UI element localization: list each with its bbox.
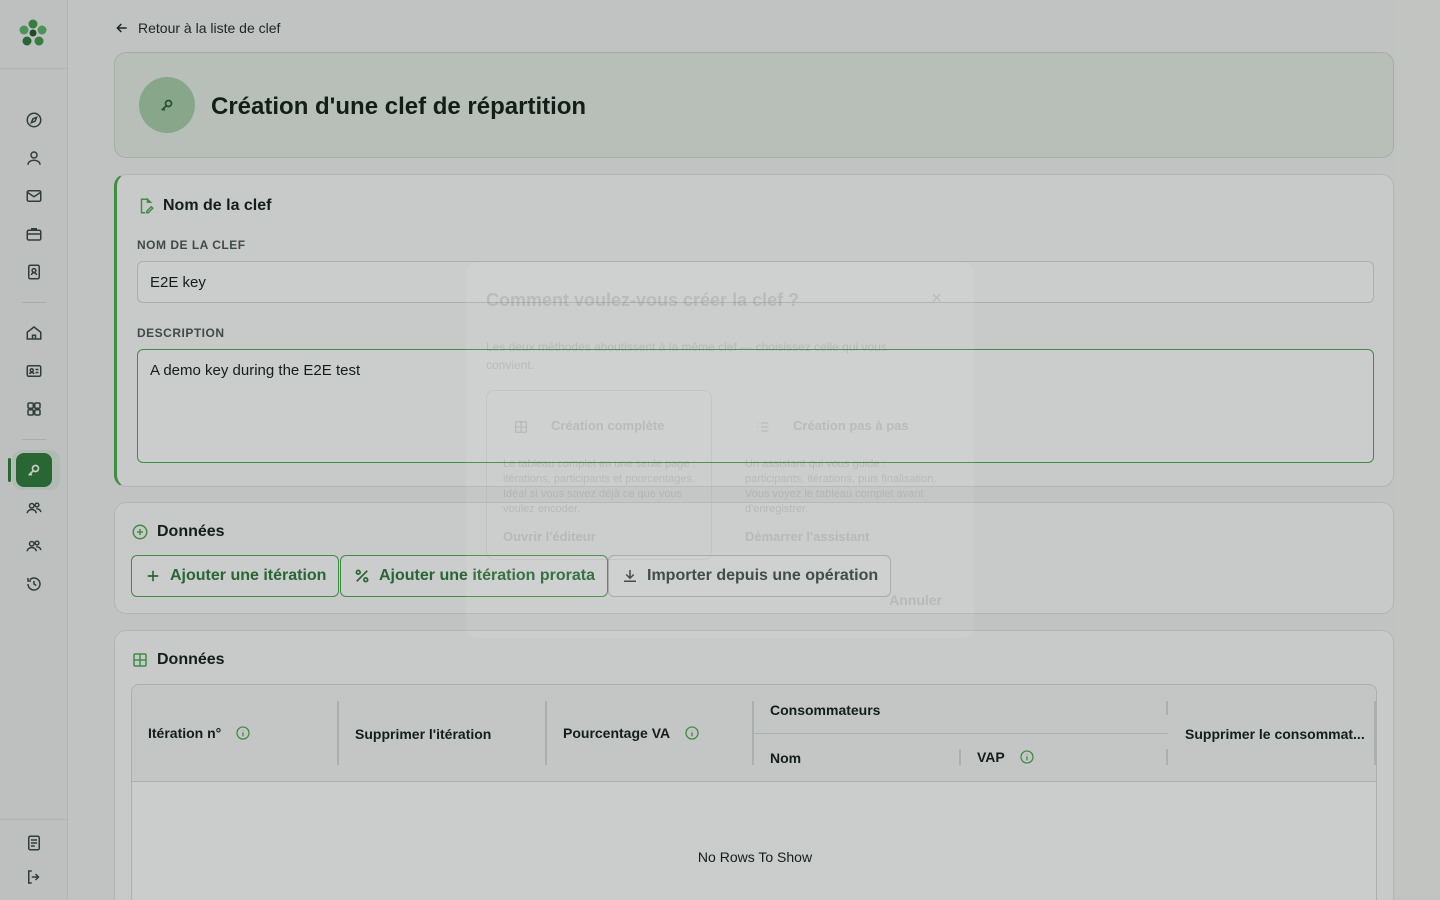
modal-close-button[interactable]: × [931, 288, 942, 309]
list-icon [757, 422, 769, 432]
start-wizard-link[interactable]: Démarrer l'assistant [745, 529, 870, 544]
open-editor-link[interactable]: Ouvrir l'éditeur [503, 529, 596, 544]
option-title: Création complète [551, 418, 665, 433]
cancel-button[interactable]: Annuler [889, 592, 942, 608]
creation-method-modal-content: Comment voulez-vous créer la clef ? × Le… [466, 262, 974, 638]
option-full-creation[interactable]: Création complète Le tableau complet en … [486, 390, 712, 560]
option-description: Un assistant qui vous guide : participan… [745, 458, 937, 515]
modal-description: Les deux méthodes aboutissent à la même … [486, 340, 887, 372]
modal-title: Comment voulez-vous créer la clef ? [486, 290, 800, 310]
option-title: Création pas à pas [793, 418, 909, 433]
option-description: Le tableau complet en une seule page : i… [503, 458, 696, 515]
table-icon [515, 421, 527, 433]
option-step-creation[interactable]: Création pas à pas Un assistant qui vous… [728, 390, 954, 560]
